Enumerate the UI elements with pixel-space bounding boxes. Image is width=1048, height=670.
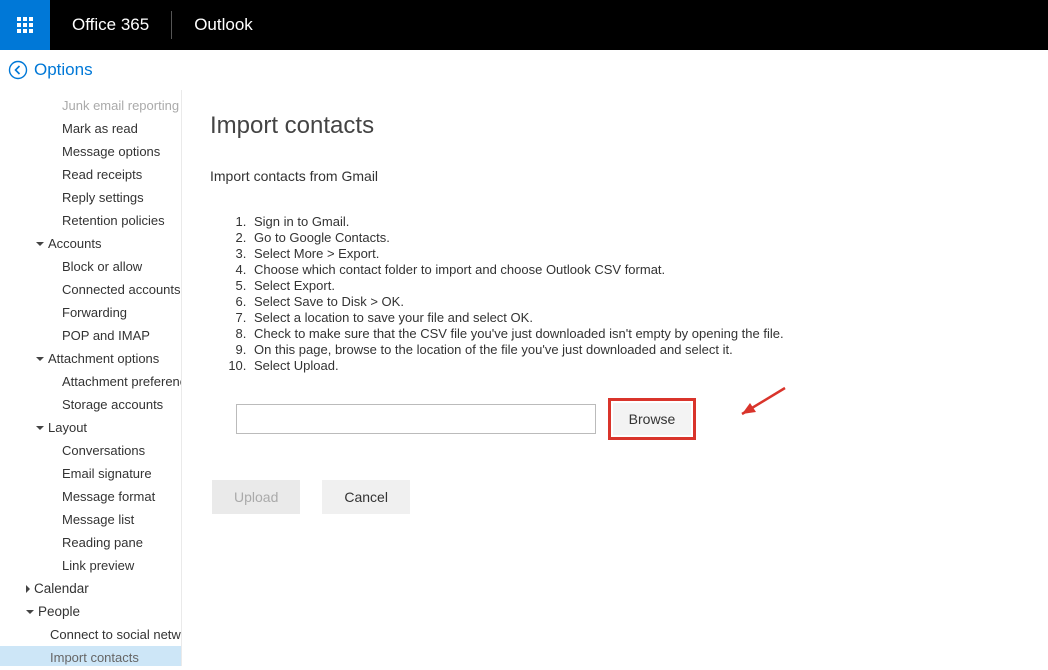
caret-down-icon [36, 426, 44, 430]
instruction-step: Choose which contact folder to import an… [250, 262, 1020, 278]
sidebar-item-link-preview[interactable]: Link preview [0, 554, 181, 577]
sidebar-item-import-contacts[interactable]: Import contacts [0, 646, 181, 666]
sidebar-section-calendar[interactable]: Calendar [0, 577, 181, 600]
sidebar-section-label: Accounts [48, 236, 101, 251]
sidebar-item-junk[interactable]: Junk email reporting [0, 94, 181, 117]
cancel-button[interactable]: Cancel [322, 480, 410, 514]
instruction-step: Select a location to save your file and … [250, 310, 1020, 326]
back-arrow-icon [8, 60, 28, 80]
sidebar-section-label: People [38, 604, 80, 619]
waffle-icon [17, 17, 33, 33]
instruction-step: On this page, browse to the location of … [250, 342, 1020, 358]
app-launcher-button[interactable] [0, 0, 50, 50]
file-path-input[interactable] [236, 404, 596, 434]
instruction-list: Sign in to Gmail. Go to Google Contacts.… [250, 214, 1020, 374]
sidebar-section-accounts[interactable]: Accounts [0, 232, 181, 255]
sidebar-section-label: Layout [48, 420, 87, 435]
browse-highlight: Browse [608, 398, 696, 440]
sidebar-item-connected-accounts[interactable]: Connected accounts [0, 278, 181, 301]
browse-button[interactable]: Browse [613, 403, 691, 435]
annotation-arrow-icon [730, 384, 790, 424]
app-name-label[interactable]: Outlook [172, 15, 275, 35]
sidebar-item-reading-pane[interactable]: Reading pane [0, 531, 181, 554]
global-header: Office 365 Outlook [0, 0, 1048, 50]
sidebar-item-block-allow[interactable]: Block or allow [0, 255, 181, 278]
sidebar-item-attachment-pref[interactable]: Attachment preference [0, 370, 181, 393]
options-label: Options [34, 60, 93, 80]
instruction-step: Select Export. [250, 278, 1020, 294]
options-back-link[interactable]: Options [0, 50, 1048, 90]
instruction-step: Select Save to Disk > OK. [250, 294, 1020, 310]
upload-button[interactable]: Upload [212, 480, 300, 514]
sidebar-item-retention[interactable]: Retention policies [0, 209, 181, 232]
sidebar-item-reply-settings[interactable]: Reply settings [0, 186, 181, 209]
sidebar-item-storage-accounts[interactable]: Storage accounts [0, 393, 181, 416]
sidebar-section-layout[interactable]: Layout [0, 416, 181, 439]
sidebar-item-social-networks[interactable]: Connect to social networks [0, 623, 181, 646]
main-content: Import contacts Import contacts from Gma… [182, 90, 1048, 666]
sidebar-item-forwarding[interactable]: Forwarding [0, 301, 181, 324]
instruction-step: Check to make sure that the CSV file you… [250, 326, 1020, 342]
sidebar-item-message-list[interactable]: Message list [0, 508, 181, 531]
file-picker-row: Browse [236, 398, 1020, 440]
settings-sidebar: Junk email reporting Mark as read Messag… [0, 90, 182, 666]
sidebar-section-label: Attachment options [48, 351, 159, 366]
sidebar-item-read-receipts[interactable]: Read receipts [0, 163, 181, 186]
sidebar-item-pop-imap[interactable]: POP and IMAP [0, 324, 181, 347]
instruction-step: Go to Google Contacts. [250, 230, 1020, 246]
sidebar-section-people[interactable]: People [0, 600, 181, 623]
action-buttons: Upload Cancel [212, 480, 1020, 514]
caret-right-icon [26, 585, 30, 593]
sidebar-item-signature[interactable]: Email signature [0, 462, 181, 485]
caret-down-icon [36, 357, 44, 361]
sidebar-section-label: Calendar [34, 581, 89, 596]
instruction-step: Select Upload. [250, 358, 1020, 374]
caret-down-icon [36, 242, 44, 246]
page-title: Import contacts [210, 112, 1020, 140]
page-subtitle: Import contacts from Gmail [210, 168, 1020, 184]
brand-label[interactable]: Office 365 [50, 15, 171, 35]
caret-down-icon [26, 610, 34, 614]
sidebar-item-mark-read[interactable]: Mark as read [0, 117, 181, 140]
sidebar-section-attachment[interactable]: Attachment options [0, 347, 181, 370]
sidebar-item-message-format[interactable]: Message format [0, 485, 181, 508]
instruction-step: Sign in to Gmail. [250, 214, 1020, 230]
sidebar-item-conversations[interactable]: Conversations [0, 439, 181, 462]
sidebar-item-message-options[interactable]: Message options [0, 140, 181, 163]
instruction-step: Select More > Export. [250, 246, 1020, 262]
